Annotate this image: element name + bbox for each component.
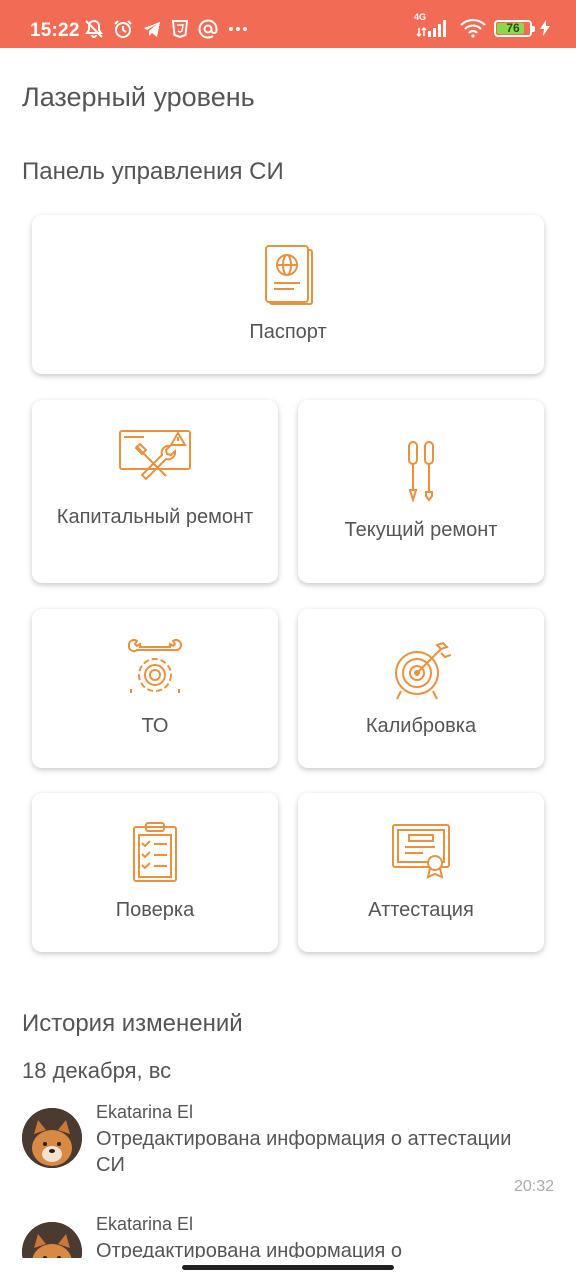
maintenance-label: ТО <box>141 715 169 737</box>
attestation-card[interactable]: Аттестация <box>298 793 544 952</box>
history-description: Отредактирована информация о аттестации … <box>96 1128 512 1176</box>
avatar <box>22 1108 82 1168</box>
wifi-icon <box>460 18 486 38</box>
avatar <box>22 1222 82 1258</box>
passport-label: Паспорт <box>249 321 327 343</box>
history-entry[interactable]: Ekatarina El Отредактирована информация … <box>0 1100 576 1210</box>
history-date: 18 декабря, вс <box>22 1058 172 1083</box>
attestation-label: Аттестация <box>368 899 474 921</box>
history-time: 20:32 <box>513 1178 554 1195</box>
history-author: Ekatarina El <box>96 1214 194 1234</box>
panel-section-title: Панель управления СИ <box>22 158 284 185</box>
passport-icon <box>32 243 544 305</box>
capital-repair-card[interactable]: Капитальный ремонт <box>32 400 278 583</box>
at-sign-icon <box>198 19 218 39</box>
repair-tools-icon <box>32 428 278 488</box>
home-indicator[interactable] <box>182 1265 394 1270</box>
charging-icon <box>540 20 550 36</box>
checklist-icon <box>32 821 278 883</box>
html-icon <box>171 20 189 39</box>
verification-label: Поверка <box>115 899 195 921</box>
bell-off-icon <box>85 19 103 38</box>
certificate-icon <box>298 823 544 879</box>
capital-repair-label: Капитальный ремонт <box>56 506 254 528</box>
battery-indicator: 76 <box>494 19 535 37</box>
signal-icon: 4G <box>414 12 452 38</box>
alarm-icon <box>114 20 132 38</box>
current-repair-card[interactable]: Текущий ремонт <box>298 400 544 583</box>
screwdrivers-icon <box>298 440 544 502</box>
history-entry[interactable]: Ekatarina El Отредактирована информация … <box>0 1214 576 1258</box>
history-description: Отредактирована информация о <box>96 1240 403 1258</box>
wrench-gear-icon <box>32 637 278 697</box>
battery-level: 76 <box>506 21 520 35</box>
calibration-label: Калибровка <box>365 715 477 737</box>
system-icons: 4G 76 <box>414 12 550 38</box>
maintenance-card[interactable]: ТО <box>32 609 278 768</box>
calibration-card[interactable]: Калибровка <box>298 609 544 768</box>
status-bar: 15:22 4G 76 <box>0 0 576 48</box>
telegram-icon <box>144 22 160 37</box>
page-title: Лазерный уровень <box>22 82 255 112</box>
more-icon <box>229 27 247 31</box>
target-icon <box>298 639 544 701</box>
verification-card[interactable]: Поверка <box>32 793 278 952</box>
history-author: Ekatarina El <box>96 1102 194 1122</box>
current-repair-label: Текущий ремонт <box>344 519 498 541</box>
history-section-title: История изменений <box>22 1010 243 1037</box>
notification-icons <box>84 19 249 39</box>
status-time: 15:22 <box>30 20 80 41</box>
passport-card[interactable]: Паспорт <box>32 215 544 374</box>
